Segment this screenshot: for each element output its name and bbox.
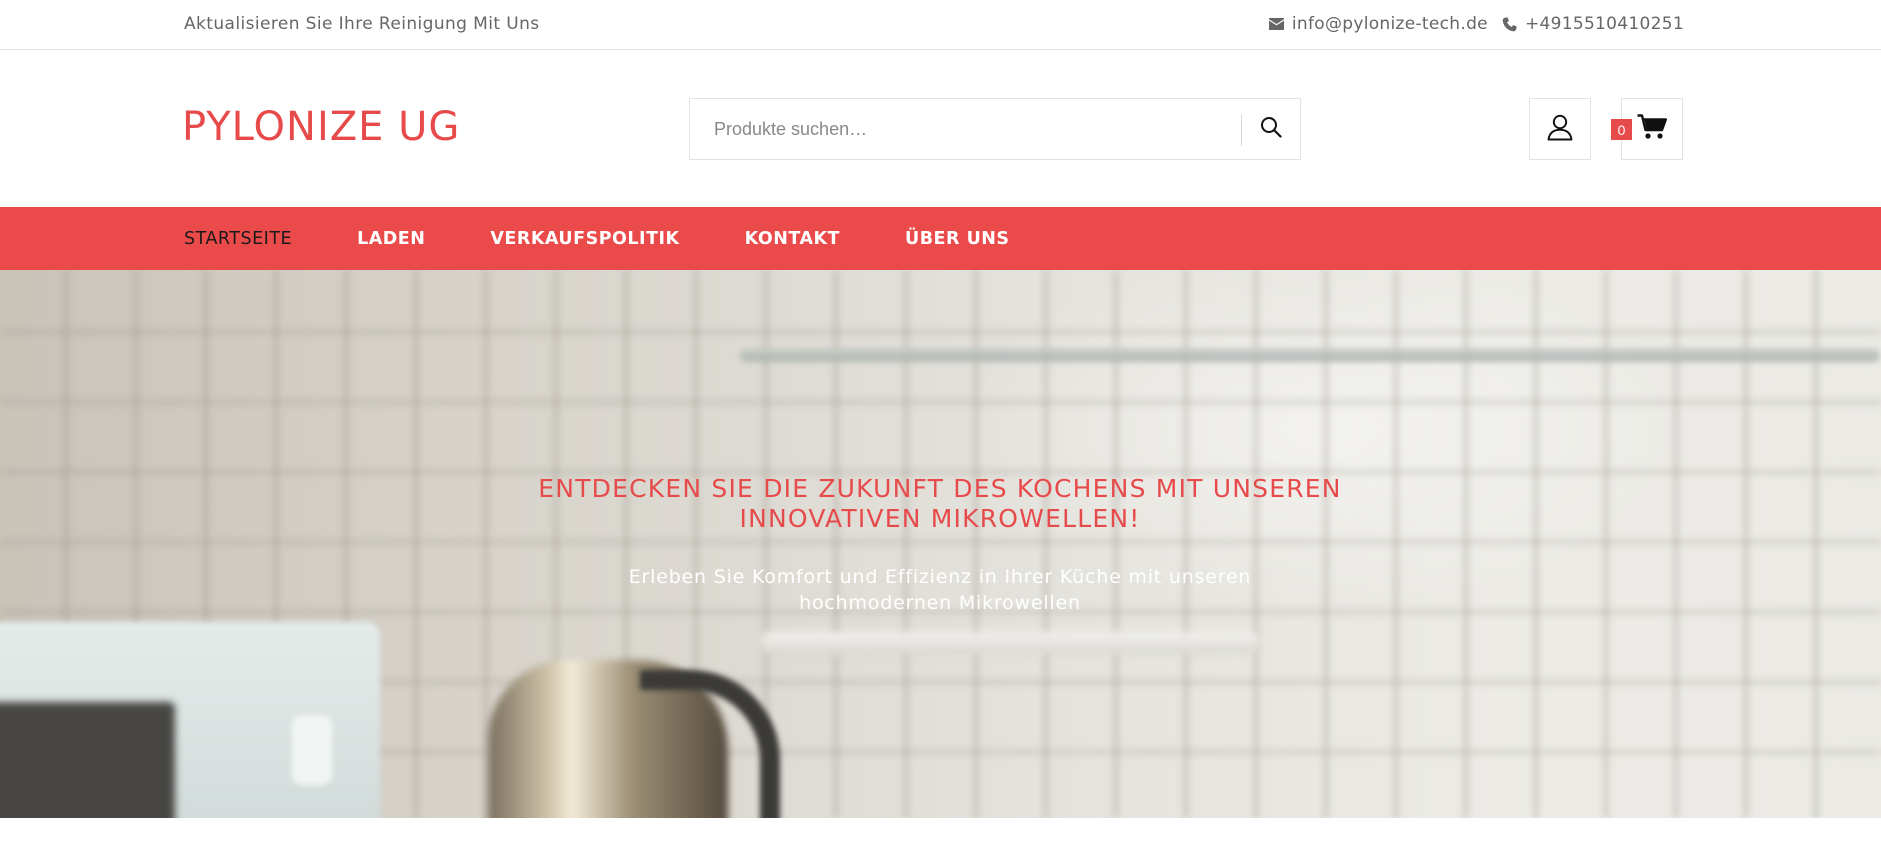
email-link[interactable]: info@pylonize-tech.de [1268, 14, 1488, 34]
phone-link[interactable]: +4915510410251 [1502, 14, 1684, 34]
top-bar: Aktualisieren Sie Ihre Reinigung Mit Uns… [0, 0, 1881, 50]
top-bar-contacts: info@pylonize-tech.de +4915510410251 [1268, 14, 1684, 34]
main-navigation: STARTSEITE LADEN VERKAUFSPOLITIK KONTAKT… [0, 207, 1881, 270]
site-header: PYLONIZE UG 0 [0, 50, 1881, 207]
hero-shelf [760, 632, 1260, 654]
email-text: info@pylonize-tech.de [1291, 14, 1488, 34]
search-button[interactable] [1242, 99, 1300, 159]
nav-item-ueber-uns[interactable]: ÜBER UNS [905, 229, 1010, 249]
hero-microwave-window [0, 702, 175, 818]
envelope-icon [1268, 18, 1284, 30]
nav-item-laden[interactable]: LADEN [357, 229, 425, 249]
hero-title-line-2: INNOVATIVEN MIKROWELLEN! [739, 504, 1141, 533]
search-icon [1260, 116, 1282, 142]
hero-subtitle-line-2: hochmodernen Mikrowellen [799, 592, 1081, 614]
cart-icon [1637, 114, 1667, 144]
hero-banner: ENTDECKEN SIE DIE ZUKUNFT DES KOCHENS MI… [0, 270, 1881, 818]
phone-text: +4915510410251 [1524, 14, 1684, 34]
cart-button[interactable]: 0 [1611, 98, 1683, 160]
hero-shelf-rail [740, 348, 1880, 362]
hero-subtitle: Erleben Sie Komfort und Effizienz in Ihr… [540, 564, 1340, 616]
hero-title: ENTDECKEN SIE DIE ZUKUNFT DES KOCHENS MI… [440, 474, 1440, 534]
nav-item-startseite[interactable]: STARTSEITE [184, 229, 292, 249]
nav-item-kontakt[interactable]: KONTAKT [745, 229, 840, 249]
cart-count-badge: 0 [1611, 119, 1632, 140]
user-icon [1546, 113, 1574, 145]
hero-subtitle-line-1: Erleben Sie Komfort und Effizienz in Ihr… [628, 566, 1252, 588]
top-bar-tagline: Aktualisieren Sie Ihre Reinigung Mit Uns [184, 14, 540, 34]
site-logo[interactable]: PYLONIZE UG [182, 104, 460, 150]
search-bar [689, 98, 1301, 160]
hero-microwave-knob [292, 715, 332, 785]
nav-item-verkaufspolitik[interactable]: VERKAUFSPOLITIK [490, 229, 679, 249]
account-button[interactable] [1529, 98, 1591, 160]
phone-icon [1502, 16, 1517, 32]
hero-title-line-1: ENTDECKEN SIE DIE ZUKUNFT DES KOCHENS MI… [538, 474, 1342, 503]
search-input[interactable] [690, 99, 1240, 159]
